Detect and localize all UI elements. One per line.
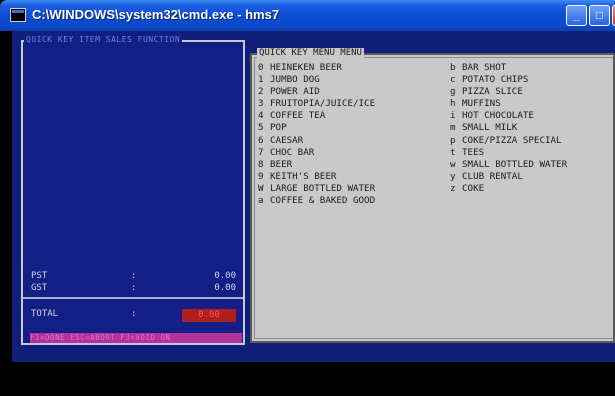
menu-item-label: CAESAR	[270, 134, 304, 146]
menu-item[interactable]: 8 BEER	[258, 159, 375, 171]
menu-item[interactable]: w SMALL BOTTLED WATER	[450, 159, 567, 171]
menu-item-label: LARGE BOTTLED WATER	[270, 182, 376, 194]
window-title: C:\WINDOWS\system32\cmd.exe - hms7	[32, 7, 280, 22]
menu-item[interactable]: W LARGE BOTTLED WATER	[258, 183, 375, 195]
menu-item-label: SMALL BOTTLED WATER	[462, 158, 568, 170]
title-bar[interactable]: C:\WINDOWS\system32\cmd.exe - hms7 _ □ ×	[0, 0, 615, 31]
menu-item-label: KEITH'S BEER	[270, 170, 337, 182]
gst-value: 0.00	[214, 283, 236, 293]
menu-key: y	[450, 170, 456, 182]
menu-item[interactable]: 4 COFFEE TEA	[258, 110, 375, 122]
menu-key: c	[450, 74, 456, 86]
menu-item[interactable]: c POTATO CHIPS	[450, 74, 567, 86]
cmd-window-icon[interactable]	[10, 8, 26, 22]
pst-value: 0.00	[214, 271, 236, 281]
menu-key: 2	[258, 86, 264, 98]
menu-item-label: JUMBO DOG	[270, 74, 320, 86]
totals-divider	[23, 297, 243, 299]
menu-item[interactable]: 2 POWER AID	[258, 86, 375, 98]
function-key-status-bar: F1=DONE ESC=ABORT F3=VOID ON	[30, 333, 242, 343]
menu-key: z	[450, 182, 456, 194]
menu-item-label: BEER	[270, 158, 293, 170]
menu-key: 8	[258, 158, 264, 170]
menu-column-left: 0 HEINEKEN BEER 1 JUMBO DOG 2 POWER AID 3 FR…	[258, 62, 375, 207]
menu-item-label: CLUB RENTAL	[462, 170, 523, 182]
menu-key: W	[258, 182, 264, 194]
menu-item[interactable]: h MUFFINS	[450, 98, 567, 110]
total-label: TOTAL	[31, 309, 59, 319]
menu-item-label: POWER AID	[270, 86, 320, 98]
menu-item-label: COKE	[462, 182, 485, 194]
menu-key: 1	[258, 74, 264, 86]
menu-item[interactable]: y CLUB RENTAL	[450, 171, 567, 183]
menu-item[interactable]: p COKE/PIZZA SPECIAL	[450, 135, 567, 147]
menu-key: a	[258, 195, 264, 207]
total-colon: :	[131, 309, 137, 319]
total-value: 0.00	[182, 309, 236, 322]
menu-item[interactable]: m SMALL MILK	[450, 122, 567, 134]
sales-function-panel	[21, 40, 245, 345]
menu-item-label: CHOC BAR	[270, 146, 315, 158]
menu-item-label: COFFEE TEA	[270, 110, 326, 122]
menu-item-label: TEES	[462, 146, 485, 158]
menu-key: 6	[258, 134, 264, 146]
menu-item[interactable]: i HOT CHOCOLATE	[450, 110, 567, 122]
menu-key: 9	[258, 170, 264, 182]
menu-item[interactable]: 6 CAESAR	[258, 135, 375, 147]
menu-key: w	[450, 158, 456, 170]
menu-item-label: POP	[270, 122, 287, 134]
pst-label: PST	[31, 271, 48, 281]
menu-item-label: POTATO CHIPS	[462, 74, 529, 86]
menu-item[interactable]: 1 JUMBO DOG	[258, 74, 375, 86]
menu-key: 7	[258, 146, 264, 158]
menu-item[interactable]: z COKE	[450, 183, 567, 195]
maximize-button[interactable]: □	[589, 5, 610, 26]
console-bottom-strip	[12, 350, 615, 362]
menu-key: 5	[258, 122, 264, 134]
menu-key: m	[450, 122, 456, 134]
menu-column-right: b BAR SHOT c POTATO CHIPS g PIZZA SLICE h MU…	[450, 62, 567, 195]
menu-item-label: PIZZA SLICE	[462, 86, 523, 98]
menu-item-label: BAR SHOT	[462, 62, 507, 73]
menu-item-label: HOT CHOCOLATE	[462, 110, 534, 122]
menu-item-label: SMALL MILK	[462, 122, 518, 134]
menu-item[interactable]: 7 CHOC BAR	[258, 147, 375, 159]
menu-key: t	[450, 146, 456, 158]
sales-function-title: QUICK KEY ITEM SALES FUNCTION	[24, 35, 183, 44]
gst-label: GST	[31, 283, 48, 293]
menu-item[interactable]: g PIZZA SLICE	[450, 86, 567, 98]
minimize-button[interactable]: _	[566, 5, 587, 26]
menu-key: i	[450, 110, 456, 122]
menu-item[interactable]: 9 KEITH'S BEER	[258, 171, 375, 183]
menu-item[interactable]: a COFFEE & BAKED GOOD	[258, 195, 375, 207]
menu-key: h	[450, 98, 456, 110]
menu-key: g	[450, 86, 456, 98]
menu-key: 4	[258, 110, 264, 122]
menu-key: 0	[258, 62, 264, 73]
menu-item-label: MUFFINS	[462, 98, 501, 110]
menu-item[interactable]: 0 HEINEKEN BEER	[258, 62, 375, 74]
menu-item[interactable]: b BAR SHOT	[450, 62, 567, 74]
menu-item[interactable]: 5 POP	[258, 122, 375, 134]
menu-item-label: HEINEKEN BEER	[270, 62, 342, 73]
menu-item-label: COFFEE & BAKED GOOD	[270, 195, 376, 207]
pst-colon: :	[131, 271, 137, 281]
menu-item-label: FRUITOPIA/JUICE/ICE	[270, 98, 376, 110]
menu-item-label: COKE/PIZZA SPECIAL	[462, 134, 562, 146]
menu-key: 3	[258, 98, 264, 110]
menu-item[interactable]: t TEES	[450, 147, 567, 159]
gst-colon: :	[131, 283, 137, 293]
menu-item[interactable]: 3 FRUITOPIA/JUICE/ICE	[258, 98, 375, 110]
quick-key-menu-title: QUICK KEY MENU MENU	[257, 48, 364, 58]
menu-key: b	[450, 62, 456, 73]
menu-key: p	[450, 134, 456, 146]
